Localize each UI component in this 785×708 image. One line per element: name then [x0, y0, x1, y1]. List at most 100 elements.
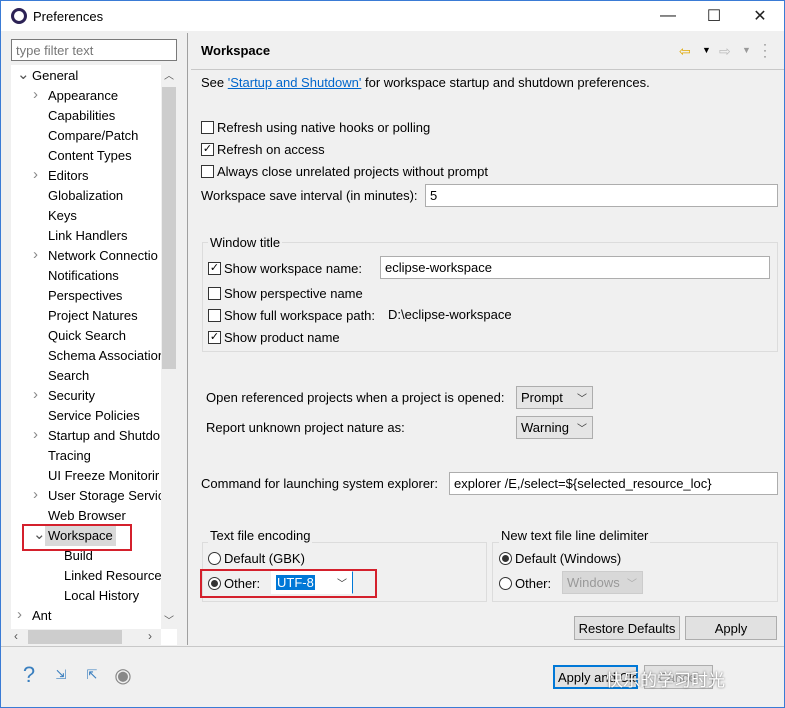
filter-input[interactable] [11, 39, 177, 61]
tree-item[interactable]: Startup and Shutdo [48, 426, 160, 446]
tree-item[interactable]: Search [48, 366, 89, 386]
tree-item[interactable]: Notifications [48, 266, 119, 286]
restore-defaults-button[interactable]: Restore Defaults [574, 616, 680, 640]
eclipse-icon [11, 8, 27, 24]
tree-item[interactable]: Quick Search [48, 326, 126, 346]
tree-item[interactable]: Local History [64, 586, 139, 606]
explorer-command-input[interactable]: explorer /E,/select=${selected_resource_… [449, 472, 778, 495]
window-title-group-label: Window title [208, 235, 283, 250]
tree-item[interactable]: Content Types [48, 146, 132, 166]
checkbox-label: Show product name [224, 329, 340, 345]
preferences-window: Preferences — ☐ ✕ ⌄General›AppearanceCap… [0, 0, 785, 708]
view-menu-icon[interactable]: · · · [763, 38, 769, 62]
chevron-down-icon[interactable]: ⌄ [17, 65, 30, 83]
help-icon[interactable]: ? [17, 662, 41, 687]
back-menu-icon[interactable]: ▼ [702, 45, 711, 55]
scroll-down-icon[interactable]: ﹀ [164, 612, 174, 627]
tree-item[interactable]: User Storage Servic [48, 486, 164, 506]
chevron-right-icon[interactable]: › [33, 166, 43, 183]
record-icon[interactable]: ◉ [111, 663, 135, 687]
encoding-group-label: Text file encoding [208, 528, 313, 543]
save-interval-label: Workspace save interval (in minutes): [201, 188, 418, 203]
chevron-right-icon[interactable]: › [33, 386, 43, 403]
radio-circle[interactable] [499, 576, 512, 590]
check-icon[interactable]: ✓ [201, 142, 214, 156]
open-referenced-label: Open referenced projects when a project … [206, 390, 505, 405]
checkbox-box[interactable] [208, 308, 221, 322]
tree-item[interactable]: Keys [48, 206, 77, 226]
back-arrow-icon[interactable]: ⇦ [679, 43, 691, 60]
forward-arrow-icon[interactable]: ⇨ [719, 43, 731, 60]
check-icon[interactable]: ✓ [208, 261, 221, 275]
tree-item[interactable]: Schema Associatior [48, 346, 162, 366]
tree-item[interactable]: Security [48, 386, 95, 406]
check-icon[interactable]: ✓ [208, 330, 221, 344]
import-icon[interactable]: ⇲ [49, 663, 73, 687]
startup-shutdown-link[interactable]: 'Startup and Shutdown' [228, 75, 362, 90]
scroll-left-icon[interactable]: ‹ [14, 629, 18, 643]
encoding-highlight-box [200, 569, 377, 598]
show-workspace-name-checkbox[interactable]: ✓ Show workspace name: [208, 259, 362, 277]
radio-label: Default (Windows) [515, 550, 622, 566]
chevron-right-icon[interactable]: › [33, 486, 43, 503]
apply-button[interactable]: Apply [685, 616, 777, 640]
report-unknown-label: Report unknown project nature as: [206, 420, 405, 435]
checkbox-label: Refresh on access [217, 141, 325, 157]
tree-item[interactable]: Appearance [48, 86, 118, 106]
workspace-name-input[interactable]: eclipse-workspace [380, 256, 770, 279]
refresh-native-checkbox[interactable]: Refresh using native hooks or polling [201, 118, 430, 136]
watermark-text: 快乐的学习时光 [606, 671, 725, 691]
radio-circle[interactable] [208, 551, 221, 565]
tree-item[interactable]: General [32, 66, 78, 86]
always-close-checkbox[interactable]: Always close unrelated projects without … [201, 162, 488, 180]
maximize-button[interactable]: ☐ [691, 1, 737, 31]
radio-circle[interactable] [499, 551, 512, 565]
delimiter-other-radio[interactable]: Other: [499, 574, 551, 592]
tree-item[interactable]: Compare/Patch [48, 126, 138, 146]
chevron-right-icon[interactable]: › [17, 606, 27, 623]
full-path-value: D:\eclipse-workspace [388, 307, 512, 322]
checkbox-box[interactable] [201, 164, 214, 178]
select-value: Warning [521, 420, 569, 435]
delimiter-default-radio[interactable]: Default (Windows) [499, 549, 621, 567]
tree-item[interactable]: Web Browser [48, 506, 126, 526]
tree-horizontal-scroll-thumb[interactable] [28, 630, 122, 644]
panel-divider[interactable] [187, 33, 188, 645]
tree-item[interactable]: Link Handlers [48, 226, 128, 246]
tree-item[interactable]: UI Freeze Monitorir [48, 466, 159, 486]
close-button[interactable]: ✕ [737, 1, 783, 31]
chevron-right-icon[interactable]: › [33, 86, 43, 103]
preference-tree: ⌄ General › Appearance Capabilities Compare/P… [11, 65, 177, 645]
checkbox-box[interactable] [201, 120, 214, 134]
minimize-button[interactable]: — [645, 1, 691, 31]
tree-item[interactable]: Tracing [48, 446, 91, 466]
chevron-down-icon: ﹀ [577, 394, 587, 405]
report-unknown-select[interactable]: Warning ﹀ [516, 416, 593, 439]
tree-item[interactable]: Capabilities [48, 106, 115, 126]
checkbox-box[interactable] [208, 286, 221, 300]
tree-item[interactable]: Editors [48, 166, 88, 186]
scroll-up-icon[interactable]: ︿ [164, 67, 174, 82]
tree-item[interactable]: Globalization [48, 186, 123, 206]
tree-item[interactable]: Project Natures [48, 306, 138, 326]
refresh-access-checkbox[interactable]: ✓ Refresh on access [201, 140, 325, 158]
export-icon[interactable]: ⇱ [80, 663, 104, 687]
open-referenced-select[interactable]: Prompt ﹀ [516, 386, 593, 409]
tree-item[interactable]: Perspectives [48, 286, 122, 306]
save-interval-input[interactable]: 5 [425, 184, 778, 207]
forward-menu-icon[interactable]: ▼ [742, 45, 751, 55]
tree-item[interactable]: Linked Resource [64, 566, 162, 586]
show-product-checkbox[interactable]: ✓ Show product name [208, 328, 340, 346]
encoding-default-radio[interactable]: Default (GBK) [208, 549, 305, 567]
chevron-right-icon[interactable]: › [33, 246, 43, 263]
chevron-right-icon[interactable]: › [33, 426, 43, 443]
show-perspective-checkbox[interactable]: Show perspective name [208, 284, 363, 302]
show-full-path-checkbox[interactable]: Show full workspace path: [208, 306, 375, 324]
chevron-down-icon: ﹀ [627, 579, 637, 590]
tree-item[interactable]: Service Policies [48, 406, 140, 426]
scroll-right-icon[interactable]: › [148, 629, 152, 643]
select-value: Prompt [521, 390, 563, 405]
tree-vertical-scroll-thumb[interactable] [162, 87, 176, 369]
tree-item[interactable]: Ant [32, 606, 52, 626]
tree-item[interactable]: Network Connectio [48, 246, 158, 266]
